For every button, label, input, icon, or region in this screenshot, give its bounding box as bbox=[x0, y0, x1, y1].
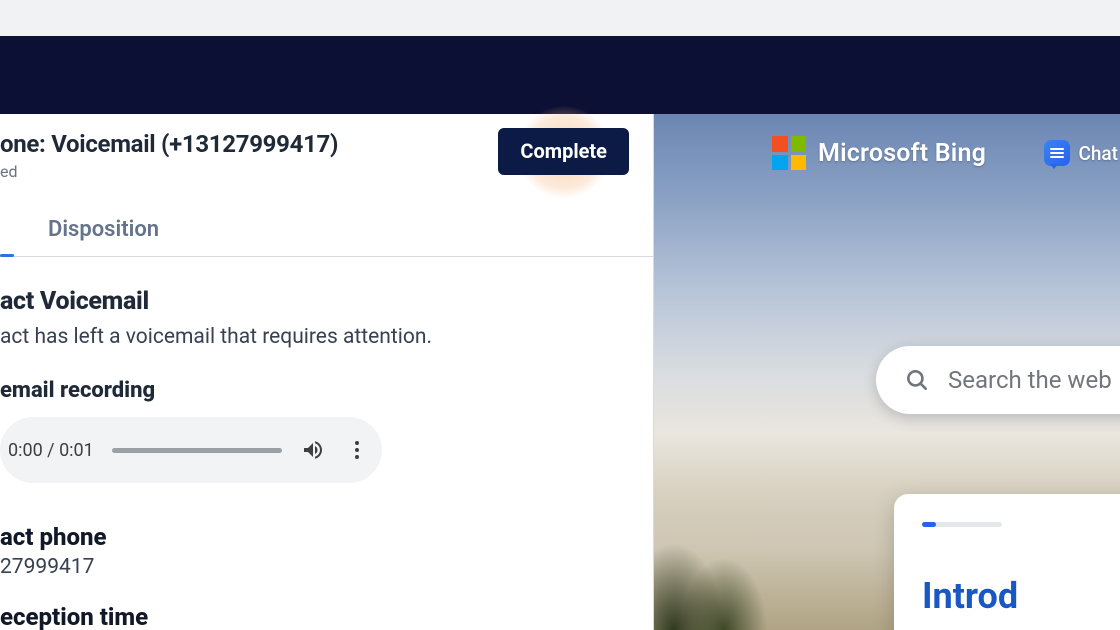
volume-icon[interactable] bbox=[300, 437, 326, 463]
complete-button-wrap: Complete bbox=[498, 128, 629, 175]
contact-phone-value: 27999417 bbox=[0, 555, 653, 579]
bing-feature-card[interactable]: Introd bbox=[894, 494, 1120, 630]
chat-label: Chat bbox=[1078, 142, 1118, 165]
voicemail-panel: one: Voicemail (+13127999417) ed Complet… bbox=[0, 114, 654, 630]
audio-time-display: 0:00 / 0:01 bbox=[8, 440, 94, 461]
card-progress-indicator bbox=[922, 522, 1002, 527]
header-dark-band bbox=[0, 36, 1120, 114]
contact-phone-heading: act phone bbox=[0, 523, 653, 551]
chat-icon bbox=[1044, 140, 1070, 166]
chat-link[interactable]: Chat bbox=[1044, 140, 1120, 166]
audio-player[interactable]: 0:00 / 0:01 bbox=[0, 417, 382, 483]
tabs-row: Disposition bbox=[0, 217, 653, 257]
panel-header: one: Voicemail (+13127999417) ed Complet… bbox=[0, 114, 653, 191]
bing-brand-text: Microsoft Bing bbox=[818, 139, 986, 168]
bing-page: Microsoft Bing Chat Search the web Intro… bbox=[654, 114, 1120, 630]
reception-time-section: eception time bbox=[0, 603, 653, 630]
search-placeholder: Search the web bbox=[948, 366, 1112, 394]
trees-silhouette bbox=[654, 510, 774, 630]
voicemail-heading: act Voicemail bbox=[0, 287, 653, 316]
complete-button[interactable]: Complete bbox=[498, 128, 629, 175]
recording-heading: email recording bbox=[0, 378, 653, 403]
active-tab-indicator bbox=[0, 254, 14, 257]
more-options-icon[interactable] bbox=[344, 437, 370, 463]
reception-time-heading: eception time bbox=[0, 603, 653, 630]
contact-phone-section: act phone 27999417 eception time bbox=[0, 523, 653, 630]
audio-progress-track[interactable] bbox=[112, 448, 282, 453]
voicemail-section: act Voicemail act has left a voicemail t… bbox=[0, 287, 653, 483]
tab-disposition[interactable]: Disposition bbox=[48, 217, 159, 256]
bing-brand-row[interactable]: Microsoft Bing bbox=[772, 136, 986, 170]
voicemail-body: act has left a voicemail that requires a… bbox=[0, 322, 653, 352]
card-title: Introd bbox=[922, 575, 1120, 617]
top-background-strip bbox=[0, 0, 1120, 36]
search-bar[interactable]: Search the web bbox=[876, 346, 1120, 414]
search-icon bbox=[904, 367, 930, 393]
microsoft-logo-icon bbox=[772, 136, 806, 170]
